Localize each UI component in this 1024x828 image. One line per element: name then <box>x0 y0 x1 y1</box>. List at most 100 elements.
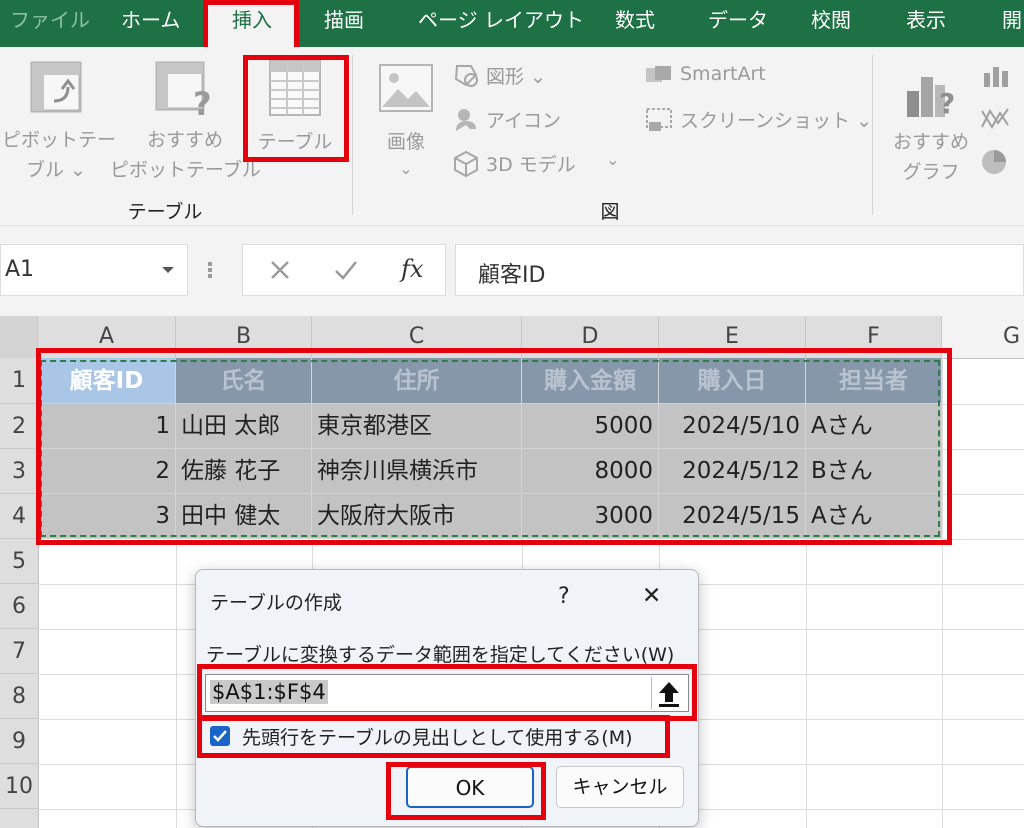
tab-file[interactable]: ファイル <box>10 0 90 47</box>
screenshot-label: スクリーンショット ⌄ <box>680 110 873 132</box>
cancel-entry-icon[interactable] <box>269 259 291 281</box>
screenshot-icon <box>646 108 672 131</box>
create-table-dialog: テーブルの作成 ? ✕ テーブルに変換するデータ範囲を指定してください(W) $… <box>195 569 699 827</box>
cell-d4[interactable]: 3000 <box>522 494 659 539</box>
chevron-down-icon[interactable] <box>161 265 175 275</box>
row-header-7[interactable]: 7 <box>0 629 38 674</box>
range-input-value: $A$1:$F$4 <box>210 680 328 704</box>
cell-d2[interactable]: 5000 <box>522 404 659 449</box>
tab-home[interactable]: ホーム <box>121 0 180 47</box>
column-header-b[interactable]: B <box>176 316 312 358</box>
shapes-label: 図形 ⌄ <box>486 66 546 88</box>
3d-model-icon <box>454 150 478 177</box>
icons-icon <box>456 109 476 131</box>
cell-b3[interactable]: 佐藤 花子 <box>176 449 312 494</box>
pivottable-icon <box>30 61 82 113</box>
pie-chart-icon[interactable] <box>980 147 1010 177</box>
cancel-button[interactable]: キャンセル <box>556 766 684 808</box>
row-header-8[interactable]: 8 <box>0 674 38 719</box>
cell-c4[interactable]: 大阪府大阪市 <box>312 494 522 539</box>
cell-c3[interactable]: 神奈川県横浜市 <box>312 449 522 494</box>
select-all-corner[interactable] <box>0 316 38 358</box>
row-header-9[interactable]: 9 <box>0 719 38 764</box>
smartart-label: SmartArt <box>680 63 766 85</box>
row-header-5[interactable]: 5 <box>0 539 38 584</box>
gridline <box>942 449 1024 450</box>
cell-c2[interactable]: 東京都港区 <box>312 404 522 449</box>
name-box[interactable]: A1 <box>0 244 188 296</box>
cell-a4[interactable]: 3 <box>38 494 176 539</box>
tab-formulas[interactable]: 数式 <box>615 0 655 47</box>
cell-e3[interactable]: 2024/5/12 <box>659 449 806 494</box>
cell-b2[interactable]: 山田 太郎 <box>176 404 312 449</box>
group-separator-2 <box>872 55 873 215</box>
column-header-a[interactable]: A <box>38 316 176 358</box>
column-header-e[interactable]: E <box>659 316 806 358</box>
cell-d1[interactable]: 購入金額 <box>522 358 659 404</box>
formula-input[interactable]: 顧客ID <box>455 244 1024 296</box>
cell-f3[interactable]: Bさん <box>806 449 942 494</box>
help-icon[interactable]: ? <box>558 584 570 609</box>
insert-function-icon[interactable]: fx <box>401 255 423 283</box>
column-header-f[interactable]: F <box>806 316 942 358</box>
header-row-checkbox-label[interactable]: 先頭行をテーブルの見出しとして使用する(M) <box>242 723 633 750</box>
checkmark-icon <box>213 730 227 742</box>
cell-f1[interactable]: 担当者 <box>806 358 942 404</box>
gridline <box>942 539 1024 540</box>
formula-bar-grip-icon[interactable] <box>208 260 214 280</box>
pivottable-label: ピボットテー <box>2 129 117 151</box>
close-icon[interactable]: ✕ <box>642 583 661 609</box>
column-header-c[interactable]: C <box>312 316 522 358</box>
tab-insert[interactable]: 挿入 <box>207 0 297 52</box>
cell-f2[interactable]: Aさん <box>806 404 942 449</box>
column-header-d[interactable]: D <box>522 316 659 358</box>
row-header-2[interactable]: 2 <box>0 404 38 449</box>
tab-page-layout[interactable]: ページ レイアウト <box>418 0 584 47</box>
smartart-icon <box>646 66 671 82</box>
gridline <box>942 404 1024 405</box>
range-input[interactable]: $A$1:$F$4 <box>205 674 689 712</box>
group-label-table: テーブル <box>127 201 203 223</box>
cell-d3[interactable]: 8000 <box>522 449 659 494</box>
cell-a1[interactable]: 顧客ID <box>38 358 176 404</box>
dialog-title: テーブルの作成 <box>210 592 342 614</box>
gridline <box>942 358 943 828</box>
range-prompt-label: テーブルに変換するデータ範囲を指定してください(W) <box>206 644 675 666</box>
ribbon: ピボットテー ブル ⌄ ? おすすめ ピボットテーブル テーブル テーブル 画像… <box>0 47 1024 226</box>
image-dropdown-icon: ⌄ <box>399 159 413 178</box>
tab-more[interactable]: 開 <box>1002 0 1022 47</box>
cell-a3[interactable]: 2 <box>38 449 176 494</box>
row-header-4[interactable]: 4 <box>0 494 38 539</box>
collapse-dialog-button[interactable] <box>651 677 686 709</box>
row-header-6[interactable]: 6 <box>0 584 38 629</box>
ok-button[interactable]: OK <box>406 766 534 808</box>
shapes-icon <box>454 65 478 87</box>
cell-e2[interactable]: 2024/5/10 <box>659 404 806 449</box>
recommended-charts-label-2: グラフ <box>902 161 960 183</box>
cell-b4[interactable]: 田中 健太 <box>176 494 312 539</box>
confirm-entry-icon[interactable] <box>333 259 359 281</box>
cell-e1[interactable]: 購入日 <box>659 358 806 404</box>
header-row-checkbox[interactable] <box>210 726 230 746</box>
row-header-1[interactable]: 1 <box>0 358 38 404</box>
tab-draw[interactable]: 描画 <box>324 0 364 47</box>
tab-review[interactable]: 校閲 <box>811 0 851 47</box>
tab-data[interactable]: データ <box>708 0 768 47</box>
cell-a2[interactable]: 1 <box>38 404 176 449</box>
row-header-3[interactable]: 3 <box>0 449 38 494</box>
cell-f4[interactable]: Aさん <box>806 494 942 539</box>
ribbon-tab-bar: ファイル ホーム 挿入 描画 ページ レイアウト 数式 データ 校閲 表示 開 <box>0 0 1024 52</box>
tab-view[interactable]: 表示 <box>906 0 946 47</box>
formula-buttons: fx <box>242 244 446 296</box>
cell-b1[interactable]: 氏名 <box>176 358 312 404</box>
column-chart-icon[interactable] <box>982 63 1010 89</box>
cell-e4[interactable]: 2024/5/15 <box>659 494 806 539</box>
gridline <box>942 494 1024 495</box>
3d-models-label: 3D モデル <box>486 154 576 176</box>
line-chart-icon[interactable] <box>980 105 1012 133</box>
column-header-g[interactable]: G <box>942 316 1024 358</box>
row-header-10[interactable]: 10 <box>0 764 38 809</box>
icons-label: アイコン <box>486 110 562 132</box>
cell-c1[interactable]: 住所 <box>312 358 522 404</box>
group-label-illustrations: 図 <box>600 201 620 223</box>
